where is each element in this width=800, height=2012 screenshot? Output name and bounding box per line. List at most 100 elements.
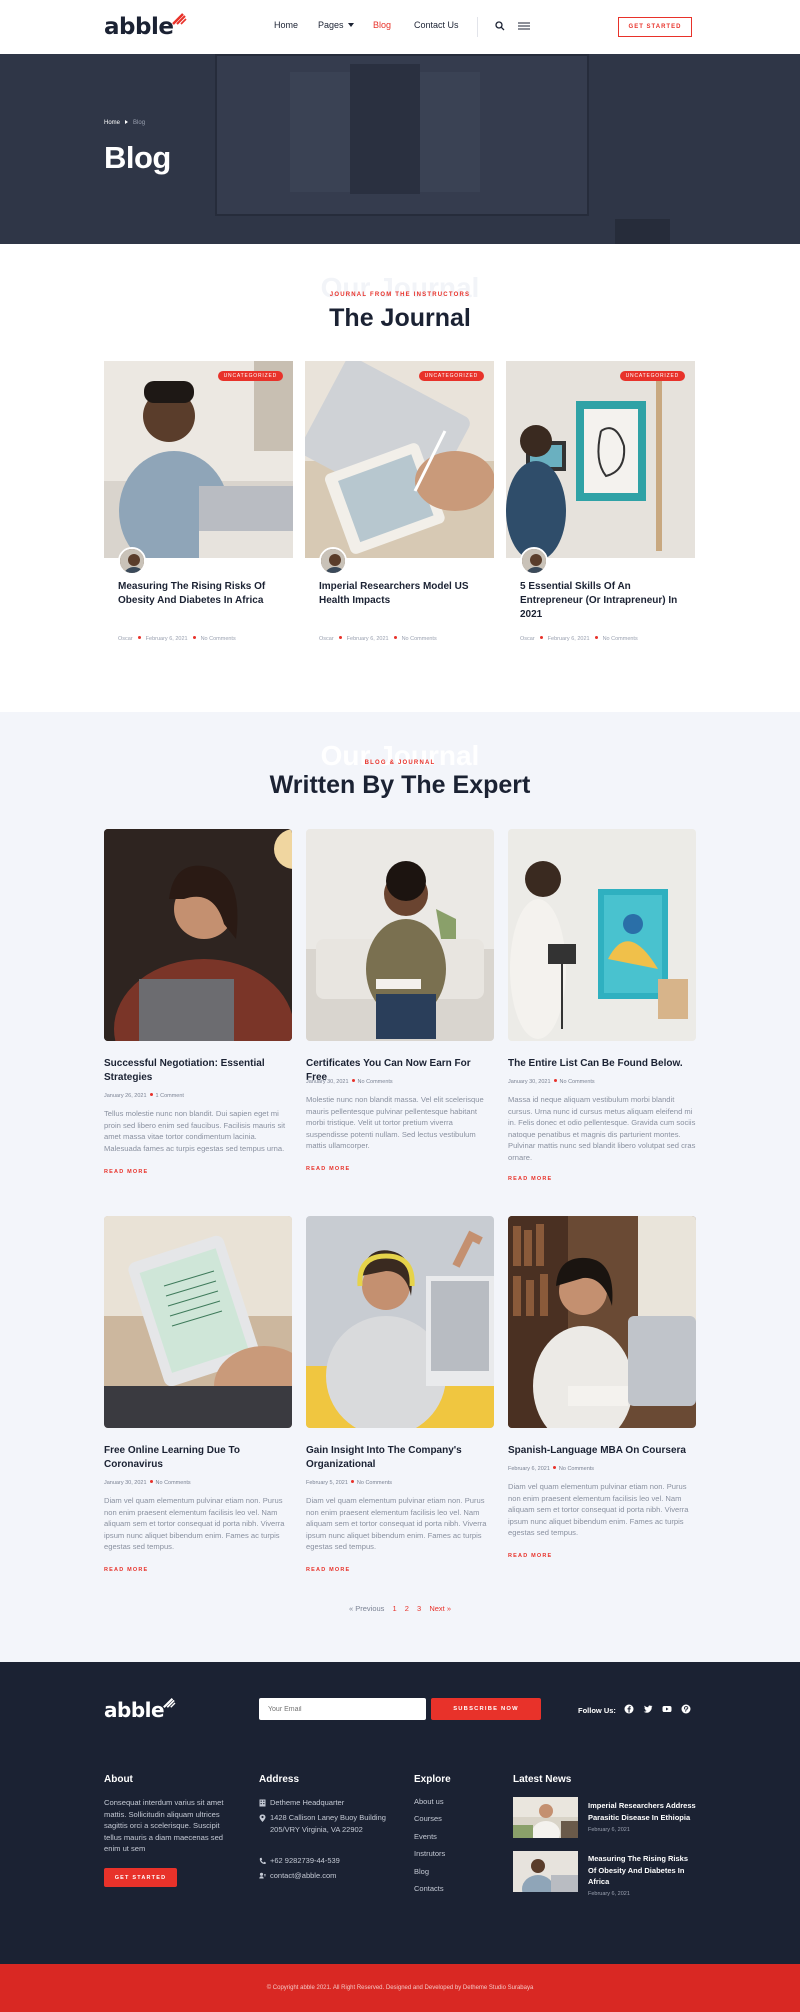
category-badge[interactable]: UNCATEGORIZED	[217, 371, 283, 381]
comments-count[interactable]: No Comments	[357, 1480, 392, 1486]
journal-card-title[interactable]: Measuring The Rising Risks Of Obesity An…	[118, 580, 283, 608]
address-phone-text[interactable]: +62 9282739-44-539	[270, 1855, 390, 1867]
hero-bg-shape	[350, 64, 420, 194]
dot-separator	[553, 1079, 557, 1082]
footer-link-courses[interactable]: Courses	[414, 1814, 442, 1823]
post-date: February 6, 2021	[547, 636, 590, 642]
comments-count[interactable]: No Comments	[560, 1079, 595, 1085]
footer-about-heading: About	[104, 1774, 133, 1785]
logo[interactable]: abble	[104, 13, 189, 40]
journal-card[interactable]: UNCATEGORIZED Imperial Researchers Model…	[305, 361, 494, 656]
dot-separator	[393, 636, 397, 639]
menu-icon[interactable]	[518, 22, 530, 30]
read-more-link[interactable]: READ MORE	[306, 1166, 350, 1172]
post-title[interactable]: Free Online Learning Due To Coronavirus	[104, 1444, 292, 1472]
facebook-icon[interactable]	[624, 1704, 634, 1714]
author[interactable]: Oscar	[520, 636, 535, 642]
logo-mark-icon	[163, 1697, 176, 1709]
logo-mark-icon	[172, 13, 188, 25]
nav-blog[interactable]: Blog	[373, 20, 391, 30]
read-more-link[interactable]: READ MORE	[508, 1553, 552, 1559]
get-started-button[interactable]: GET STARTED	[618, 17, 692, 37]
post-meta: January 26, 2021 1 Comment	[104, 1093, 184, 1099]
news-thumbnail[interactable]	[513, 1851, 578, 1892]
post-date: January 30, 2021	[508, 1079, 551, 1085]
read-more-link[interactable]: READ MORE	[508, 1176, 552, 1182]
footer-logo[interactable]: abble	[104, 1697, 178, 1722]
news-date: February 6, 2021	[588, 1827, 630, 1833]
nav-pages[interactable]: Pages	[318, 20, 354, 30]
post-excerpt: Molestie nunc non blandit massa. Vel eli…	[306, 1095, 484, 1150]
dot-separator	[539, 636, 543, 639]
pagination-page[interactable]: 3	[417, 1604, 421, 1613]
post-date: January 30, 2021	[306, 1079, 349, 1085]
post-meta: January 30, 2021 No Comments	[306, 1079, 393, 1085]
journal-card[interactable]: UNCATEGORIZED 5 Essential Skills Of An E…	[506, 361, 695, 656]
search-icon[interactable]	[495, 21, 505, 31]
journal-card[interactable]: UNCATEGORIZED Measuring The Rising Risks…	[104, 361, 293, 656]
post-image	[508, 1216, 696, 1428]
address-email-text[interactable]: contact@abble.com	[270, 1870, 390, 1882]
dot-separator	[137, 636, 141, 639]
footer-link-blog[interactable]: Blog	[414, 1867, 429, 1876]
post-excerpt: Diam vel quam elementum pulvinar etiam n…	[508, 1482, 689, 1537]
hero-bg-shape	[615, 219, 670, 244]
category-badge[interactable]: UNCATEGORIZED	[418, 371, 484, 381]
comments-count[interactable]: No Comments	[402, 636, 437, 642]
comments-count[interactable]: No Comments	[559, 1466, 594, 1472]
contact-card-icon	[259, 1872, 266, 1879]
footer-link-about[interactable]: About us	[414, 1797, 444, 1806]
journal-card-title[interactable]: Imperial Researchers Model US Health Imp…	[319, 580, 484, 608]
pinterest-icon[interactable]	[681, 1704, 691, 1714]
author[interactable]: Oscar	[319, 636, 334, 642]
breadcrumb-home[interactable]: Home	[104, 120, 120, 126]
address-hq-text: Detheme Headquarter	[270, 1798, 345, 1807]
footer-link-contacts[interactable]: Contacts	[414, 1884, 444, 1893]
pagination-prev[interactable]: « Previous	[349, 1604, 384, 1613]
expert-ghost-text: Our Journal	[320, 740, 480, 771]
read-more-link[interactable]: READ MORE	[104, 1567, 148, 1573]
comments-count[interactable]: No Comments	[603, 636, 638, 642]
journal-card-image: UNCATEGORIZED	[506, 361, 695, 558]
twitter-icon[interactable]	[643, 1704, 653, 1714]
post-title[interactable]: Spanish-Language MBA On Coursera	[508, 1444, 696, 1458]
avatar	[319, 547, 347, 575]
news-title[interactable]: Imperial Researchers Address Parasitic D…	[588, 1800, 698, 1823]
dot-separator	[149, 1093, 153, 1096]
footer-explore-heading: Explore	[414, 1774, 451, 1785]
comments-count[interactable]: 1 Comment	[156, 1093, 184, 1099]
news-thumbnail[interactable]	[513, 1797, 578, 1838]
dot-separator	[350, 1480, 354, 1483]
post-title[interactable]: Successful Negotiation: Essential Strate…	[104, 1057, 292, 1085]
comments-count[interactable]: No Comments	[201, 636, 236, 642]
footer-link-instructors[interactable]: Instrutors	[414, 1849, 445, 1858]
post-title[interactable]: Gain Insight Into The Company's Organiza…	[306, 1444, 494, 1472]
pagination-page[interactable]: 1	[393, 1604, 397, 1613]
dot-separator	[149, 1480, 153, 1483]
pagination-next[interactable]: Next »	[429, 1604, 451, 1613]
journal-card-title[interactable]: 5 Essential Skills Of An Entrepreneur (O…	[520, 580, 685, 622]
nav-contact[interactable]: Contact Us	[414, 20, 459, 30]
news-title[interactable]: Measuring The Rising Risks Of Obesity An…	[588, 1853, 698, 1888]
author[interactable]: Oscar	[118, 636, 133, 642]
journal-card-meta: Oscar February 6, 2021 No Comments	[520, 636, 638, 642]
pagination-page[interactable]: 2	[405, 1604, 409, 1613]
post-image	[104, 1216, 292, 1428]
read-more-link[interactable]: READ MORE	[104, 1169, 148, 1175]
youtube-icon[interactable]	[662, 1704, 672, 1714]
footer-get-started-button[interactable]: GET STARTED	[104, 1868, 177, 1887]
copyright-bar: © Copyright abble 2021. All Right Reserv…	[0, 1964, 800, 2012]
post-excerpt: Diam vel quam elementum pulvinar etiam n…	[306, 1496, 487, 1551]
comments-count[interactable]: No Comments	[156, 1480, 191, 1486]
category-badge[interactable]: UNCATEGORIZED	[619, 371, 685, 381]
comments-count[interactable]: No Comments	[358, 1079, 393, 1085]
footer-link-events[interactable]: Events	[414, 1832, 437, 1841]
newsletter-email-input[interactable]	[259, 1698, 426, 1720]
post-title[interactable]: The Entire List Can Be Found Below.	[508, 1057, 696, 1071]
subscribe-button[interactable]: SUBSCRIBE NOW	[431, 1698, 541, 1720]
journal-card-image: UNCATEGORIZED	[104, 361, 293, 558]
nav-home[interactable]: Home	[274, 20, 298, 30]
dot-separator	[594, 636, 598, 639]
chevron-down-icon	[347, 23, 354, 27]
read-more-link[interactable]: READ MORE	[306, 1567, 350, 1573]
